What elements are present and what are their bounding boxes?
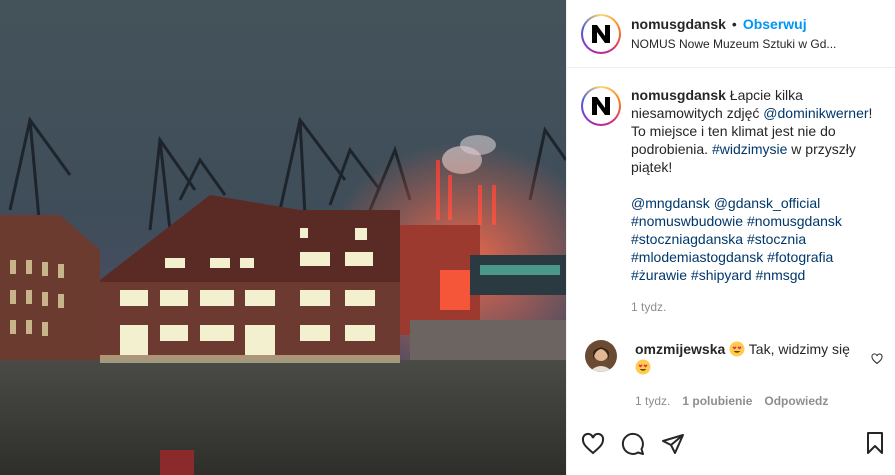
comment-text: Tak, widzimy się [748, 341, 850, 357]
comment-item: omzmijewska Tak, widzimy się 1 tydz. 1 p… [581, 340, 891, 410]
profile-avatar[interactable] [581, 13, 621, 54]
heart-eyes-emoji-icon [729, 341, 745, 357]
heart-eyes-emoji-icon [635, 359, 651, 375]
comment-icon [621, 432, 644, 455]
post-username[interactable]: nomusgdansk [631, 15, 726, 33]
comment-button[interactable] [621, 432, 645, 456]
post-caption: nomusgdansk Łapcie kilka niesamowitych z… [581, 86, 881, 316]
post-location[interactable]: NOMUS Nowe Muzeum Sztuki w Gd... [631, 35, 836, 53]
like-button[interactable] [581, 432, 605, 456]
user-photo-icon [585, 340, 617, 372]
shipyard-photo [0, 0, 566, 475]
separator-dot: • [731, 15, 737, 32]
comment-meta: 1 tydz. 1 polubienie Odpowiedz [635, 392, 865, 410]
caption-time[interactable]: 1 tydz. [631, 298, 881, 316]
bookmark-icon [867, 432, 883, 454]
share-button[interactable] [661, 432, 685, 456]
post-photo[interactable] [0, 0, 566, 475]
comment-username[interactable]: omzmijewska [635, 341, 725, 357]
reply-button[interactable]: Odpowiedz [764, 392, 828, 410]
comment-time[interactable]: 1 tydz. [635, 392, 670, 410]
caption-hashtag[interactable]: #widzimysie [712, 141, 787, 157]
post-actions [581, 428, 895, 460]
heart-icon [581, 432, 605, 455]
caption-username[interactable]: nomusgdansk [631, 87, 726, 103]
comment-like-button[interactable] [871, 352, 883, 370]
nomus-logo-icon [592, 24, 610, 43]
caption-mention[interactable]: @dominikwerner [763, 105, 868, 121]
post-header: nomusgdansk • Obserwuj NOMUS Nowe Muzeum… [567, 0, 895, 68]
save-button[interactable] [863, 431, 887, 460]
nomus-logo-icon [592, 97, 610, 115]
commenter-avatar[interactable] [585, 340, 617, 372]
caption-body: nomusgdansk Łapcie kilka niesamowitych z… [631, 86, 881, 316]
caption-avatar[interactable] [581, 86, 621, 126]
caption-tags[interactable]: @mngdansk @gdansk_official #nomuswbudowi… [631, 194, 881, 284]
post-view: nomusgdansk • Obserwuj NOMUS Nowe Muzeum… [0, 0, 895, 475]
post-sidebar: nomusgdansk • Obserwuj NOMUS Nowe Muzeum… [566, 0, 895, 475]
follow-button[interactable]: Obserwuj [743, 15, 807, 33]
comment-likes[interactable]: 1 polubienie [682, 392, 752, 410]
send-icon [662, 434, 684, 454]
heart-icon [871, 353, 883, 365]
